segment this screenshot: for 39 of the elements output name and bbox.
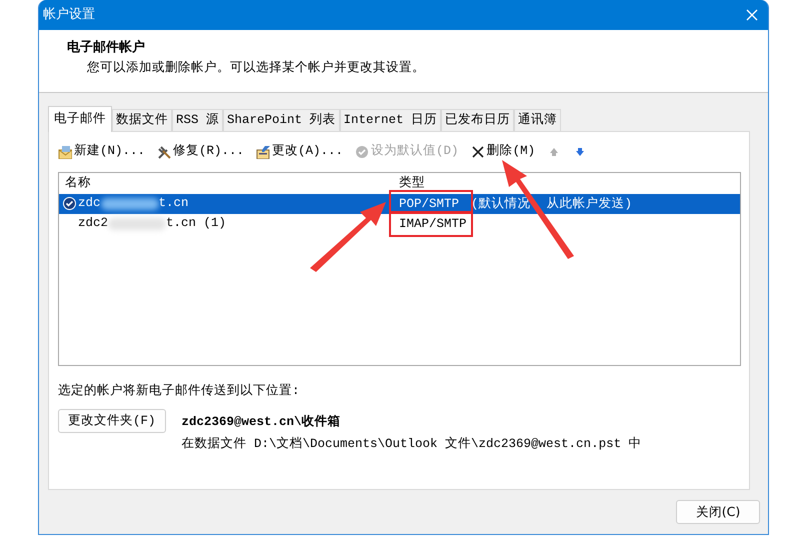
- account-type: (默认情况: [471, 196, 531, 211]
- close-icon: [470, 144, 485, 159]
- tab[interactable]: 电子邮件: [48, 106, 112, 132]
- section-title: 电子邮件帐户: [67, 38, 146, 57]
- envelope-icon: [58, 144, 72, 159]
- account-type: POP/SMTP: [399, 196, 460, 211]
- account-type: IMAP/SMTP: [399, 216, 467, 231]
- change-folder-button[interactable]: 更改文件夹(F): [58, 408, 166, 434]
- toolbar-button[interactable]: 修复(R)...: [157, 142, 244, 162]
- tools-icon: [157, 144, 172, 159]
- tab[interactable]: SharePoint 列表: [223, 109, 340, 131]
- tab[interactable]: 通讯簿: [514, 109, 562, 131]
- toolbar-button[interactable]: 新建(N)...: [58, 142, 146, 162]
- tab[interactable]: 已发布日历: [441, 109, 514, 131]
- account-type: 从此帐户发送): [546, 196, 632, 211]
- redaction-blur: [108, 218, 166, 230]
- account-name-start: zdc2: [78, 215, 108, 232]
- list-row[interactable]: zdc t.cn POP/SMTP (默认情况 从此帐户发送): [59, 194, 740, 214]
- folder-path: zdc2369@west.cn\收件箱: [182, 414, 342, 430]
- redaction-blur: [100, 198, 159, 210]
- data-file-path: 在数据文件 D:\文档\Documents\Outlook 文件\zdc2369@west.cn.pst 中: [182, 436, 642, 454]
- column-header[interactable]: 类型: [399, 176, 425, 190]
- close-icon[interactable]: [746, 9, 758, 21]
- list-row[interactable]: zdc2 t.cn (1) IMAP/SMTP: [59, 214, 740, 234]
- close-button[interactable]: 关闭(C): [676, 500, 760, 524]
- delivery-label: 选定的帐户将新电子邮件传送到以下位置:: [58, 382, 301, 400]
- tab[interactable]: 数据文件: [112, 109, 172, 131]
- toolbar-button[interactable]: 删除(M): [470, 142, 536, 162]
- column-header[interactable]: 名称: [65, 174, 91, 193]
- account-name-end: t.cn (1): [166, 215, 226, 232]
- check-circle-icon: [355, 144, 370, 159]
- account-name-end: t.cn: [158, 195, 189, 212]
- tab[interactable]: RSS 源: [172, 109, 224, 131]
- card-pencil-icon: [256, 144, 270, 159]
- window-title: 帐户设置: [43, 6, 95, 24]
- account-name-start: zdc: [78, 195, 101, 212]
- toolbar-button[interactable]: 更改(A)...: [256, 142, 344, 162]
- tab[interactable]: Internet 日历: [340, 109, 442, 131]
- description-text: 您可以添加或删除帐户。可以选择某个帐户并更改其设置。: [86, 58, 426, 76]
